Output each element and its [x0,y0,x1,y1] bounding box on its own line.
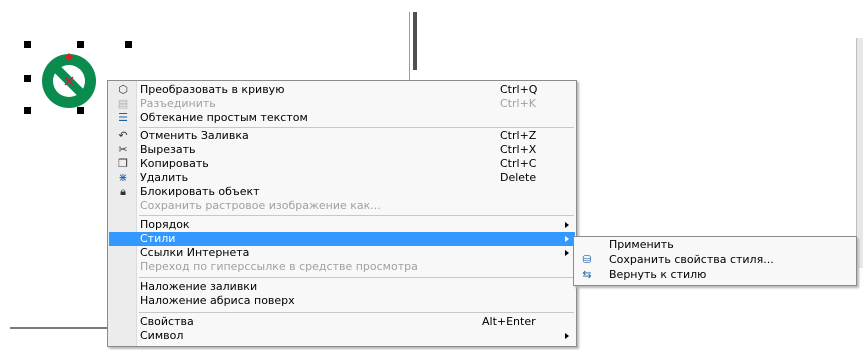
scrollbar-edge[interactable] [856,38,863,268]
menu-item-delete[interactable]: ⋇ Удалить Delete [109,171,575,185]
page-border-line-bottom [10,327,110,329]
submenu-arrow-icon [565,333,569,339]
selection-handle[interactable] [77,41,84,48]
selection-handle[interactable] [125,41,132,48]
menu-item-properties[interactable]: Свойства Alt+Enter [109,315,575,329]
submenu-item-save-style[interactable]: ⛁ Сохранить свойства стиля... [575,253,855,268]
menu-item-text-wrap[interactable]: ☰ Обтекание простым текстом [109,111,575,125]
menu-item-styles[interactable]: Стили [109,232,575,246]
selection-handle[interactable] [24,41,31,48]
menu-item-symbol[interactable]: Символ [109,329,575,343]
styles-submenu: Применить ⛁ Сохранить свойства стиля... … [573,236,857,286]
scissors-icon: ✂ [118,143,128,156]
menu-item-save-bitmap[interactable]: Сохранить растровое изображение как... [109,199,575,213]
menu-item-cut[interactable]: ✂ Вырезать Ctrl+X [109,143,575,157]
save-style-icon: ⛁ [582,253,592,266]
menu-separator [139,312,574,313]
copy-icon: ❐ [118,157,128,170]
submenu-item-revert-style[interactable]: ⇆ Вернуть к стилю [575,268,855,283]
break-apart-icon: ▤ [117,97,129,110]
menu-item-order[interactable]: Порядок [109,218,575,232]
submenu-arrow-icon [565,222,569,228]
revert-style-icon: ⇆ [582,268,592,281]
menu-item-undo-fill[interactable]: ↶ Отменить Заливка Ctrl+Z [109,129,575,143]
menu-separator [139,127,574,128]
undo-icon: ↶ [118,129,128,142]
menu-item-copy[interactable]: ❐ Копировать Ctrl+C [109,157,575,171]
selection-handle[interactable] [24,107,31,114]
menu-item-convert-to-curves[interactable]: ⬡ Преобразовать в кривую Ctrl+Q [109,83,575,97]
submenu-arrow-icon [565,236,569,242]
menu-separator [139,215,574,216]
selection-handle[interactable] [24,75,31,82]
menu-item-follow-hyperlink[interactable]: Переход по гиперссылке в средстве просмо… [109,260,575,274]
menu-item-lock-object[interactable]: 🔒︎ Блокировать объект [109,185,575,199]
menu-item-overprint-outline[interactable]: Наложение абриса поверх [109,294,575,308]
menu-item-internet-links[interactable]: Ссылки Интернета [109,246,575,260]
submenu-arrow-icon [565,250,569,256]
menu-separator [139,277,574,278]
text-wrap-icon: ☰ [118,111,128,124]
delete-icon: ⋇ [118,171,128,184]
menu-item-overprint-fill[interactable]: Наложение заливки [109,280,575,294]
submenu-item-apply[interactable]: Применить [575,238,855,253]
selected-object[interactable] [38,50,100,112]
page-border-line-thick [413,12,417,70]
lock-icon: 🔒︎ [120,185,126,198]
menu-item-break-apart[interactable]: ▤ Разъединить Ctrl+K [109,97,575,111]
context-menu: ⬡ Преобразовать в кривую Ctrl+Q ▤ Разъед… [107,80,577,347]
convert-curve-icon: ⬡ [118,83,128,96]
